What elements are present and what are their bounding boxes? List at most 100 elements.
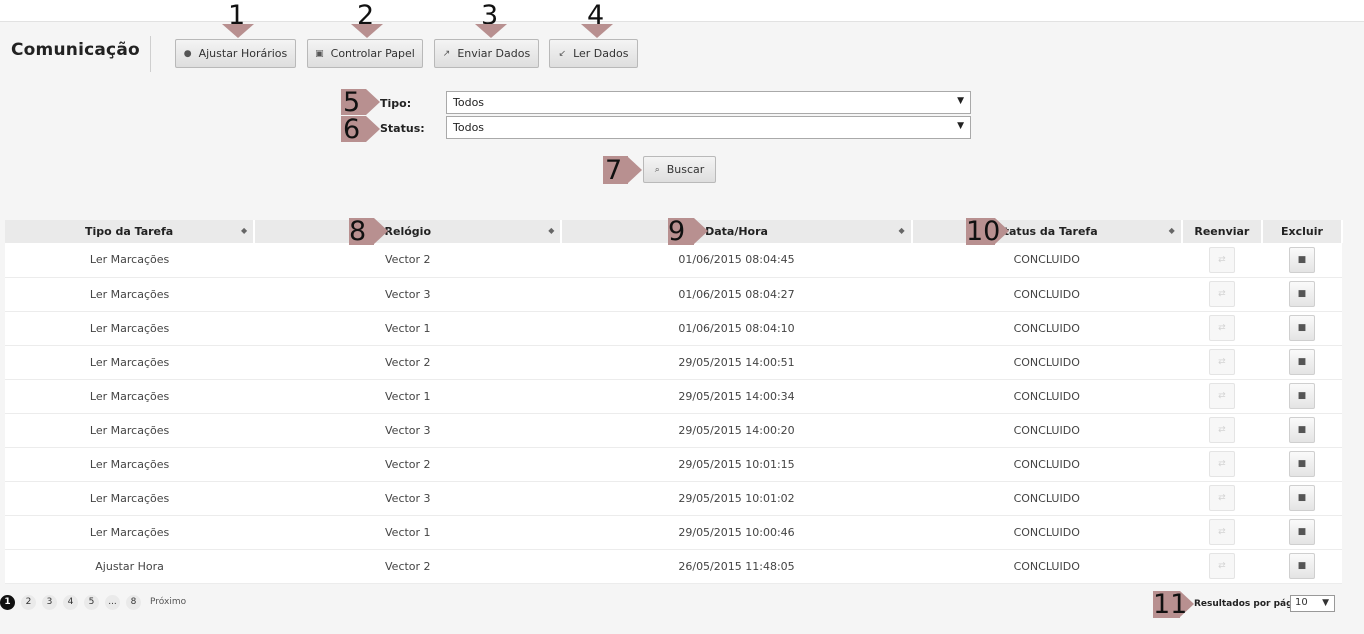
resend-button[interactable]: ⇄ xyxy=(1208,281,1235,307)
column-header-tipo[interactable]: Tipo da Tarefa ◆ xyxy=(5,220,256,243)
page-link[interactable]: 8 xyxy=(126,594,141,610)
page-title: Comunicação xyxy=(11,40,140,60)
cell-data-hora: 29/05/2015 10:01:15 xyxy=(561,447,912,482)
callout-arrow xyxy=(351,24,383,38)
resend-button[interactable]: ⇄ xyxy=(1208,553,1235,579)
title-divider xyxy=(150,36,151,72)
cell-reenviar: ⇄ xyxy=(1181,447,1262,482)
cell-tipo: Ler Marcações xyxy=(5,345,255,380)
adjust-times-button[interactable]: ● Ajustar Horários xyxy=(175,39,296,68)
control-paper-label: Controlar Papel xyxy=(330,47,415,60)
delete-button[interactable]: ■ xyxy=(1288,451,1315,477)
cell-reenviar: ⇄ xyxy=(1181,413,1262,448)
cell-data-hora: 01/06/2015 08:04:27 xyxy=(561,277,912,312)
read-data-button[interactable]: ↙ Ler Dados xyxy=(549,39,638,68)
resend-button[interactable]: ⇄ xyxy=(1208,349,1235,375)
delete-button[interactable]: ■ xyxy=(1288,417,1315,443)
top-bar xyxy=(0,0,1364,22)
cell-data-hora: 29/05/2015 14:00:51 xyxy=(561,345,912,380)
resend-button[interactable]: ⇄ xyxy=(1208,383,1235,409)
next-page-link[interactable]: Próximo xyxy=(147,595,189,610)
cell-reenviar: ⇄ xyxy=(1181,311,1262,346)
cell-tipo: Ler Marcações xyxy=(5,515,255,550)
cell-status: CONCLUIDO xyxy=(911,379,1182,414)
cell-excluir: ■ xyxy=(1261,277,1342,312)
status-select[interactable]: Todos ▼ xyxy=(446,116,971,139)
cell-excluir: ■ xyxy=(1261,549,1342,584)
resend-button[interactable]: ⇄ xyxy=(1208,246,1235,273)
resend-button[interactable]: ⇄ xyxy=(1208,485,1235,511)
delete-button[interactable]: ■ xyxy=(1288,246,1315,273)
send-data-button[interactable]: ↗ Enviar Dados xyxy=(434,39,539,68)
cell-reenviar: ⇄ xyxy=(1181,549,1262,584)
column-header-relogio[interactable]: Relógio ◆ xyxy=(254,220,563,243)
cell-excluir: ■ xyxy=(1261,345,1342,380)
cell-relogio: Vector 3 xyxy=(254,277,562,312)
cell-data-hora: 01/06/2015 08:04:10 xyxy=(561,311,912,346)
column-header-status[interactable]: Status da Tarefa ◆ xyxy=(911,220,1183,243)
send-arrow-icon: ↗ xyxy=(442,48,451,59)
delete-button[interactable]: ■ xyxy=(1288,349,1315,375)
printer-icon: ▣ xyxy=(315,48,324,59)
cell-excluir: ■ xyxy=(1261,243,1342,278)
sort-icon: ◆ xyxy=(241,226,248,235)
table-row: Ajustar Hora Vector 2 26/05/2015 11:48:05 C… xyxy=(5,549,1342,584)
page-link[interactable]: 3 xyxy=(42,594,57,610)
cell-tipo: Ler Marcações xyxy=(5,311,255,346)
cell-status: CONCLUIDO xyxy=(911,413,1182,448)
pagination: 1 2 3 4 5 ... 8 Próximo xyxy=(0,593,189,611)
delete-button[interactable]: ■ xyxy=(1288,519,1315,545)
delete-button[interactable]: ■ xyxy=(1288,553,1315,579)
page-link[interactable]: 5 xyxy=(84,594,99,610)
resend-button[interactable]: ⇄ xyxy=(1208,315,1235,341)
receive-arrow-icon: ↙ xyxy=(558,48,567,59)
sort-icon: ◆ xyxy=(898,226,905,235)
page-link[interactable]: 4 xyxy=(63,594,78,610)
delete-button[interactable]: ■ xyxy=(1288,281,1315,307)
page-ellipsis: ... xyxy=(105,594,120,610)
cell-excluir: ■ xyxy=(1261,447,1342,482)
callout-arrow xyxy=(475,24,507,38)
delete-button[interactable]: ■ xyxy=(1288,383,1315,409)
cell-status: CONCLUIDO xyxy=(911,481,1182,516)
callout-arrow xyxy=(581,24,613,38)
control-paper-button[interactable]: ▣ Controlar Papel xyxy=(307,39,423,68)
results-per-page-select[interactable]: 10 ▼ xyxy=(1290,595,1335,612)
cell-status: CONCLUIDO xyxy=(911,277,1182,312)
adjust-times-label: Ajustar Horários xyxy=(198,47,288,60)
table-row: Ler Marcações Vector 1 01/06/2015 08:04:10… xyxy=(5,311,1342,346)
resend-button[interactable]: ⇄ xyxy=(1208,451,1235,477)
dropdown-caret-icon: ▼ xyxy=(1322,598,1329,608)
table-row: Ler Marcações Vector 3 29/05/2015 14:00:20… xyxy=(5,413,1342,448)
cell-reenviar: ⇄ xyxy=(1181,379,1262,414)
search-button[interactable]: ⌕ Buscar xyxy=(643,156,716,183)
cell-status: CONCLUIDO xyxy=(911,345,1182,380)
table-row: Ler Marcações Vector 2 29/05/2015 14:00:51… xyxy=(5,345,1342,380)
resend-button[interactable]: ⇄ xyxy=(1208,417,1235,443)
results-per-page-value: 10 xyxy=(1295,597,1308,608)
send-data-label: Enviar Dados xyxy=(457,47,531,60)
cell-data-hora: 01/06/2015 08:04:45 xyxy=(561,243,912,278)
cell-status: CONCLUIDO xyxy=(911,243,1182,278)
cell-tipo: Ler Marcações xyxy=(5,413,255,448)
tasks-table: Tipo da Tarefa ◆ Relógio ◆ Data/Hora ◆ S… xyxy=(5,220,1344,584)
sort-icon: ◆ xyxy=(548,226,555,235)
page-link[interactable]: 1 xyxy=(0,594,15,610)
delete-button[interactable]: ■ xyxy=(1288,485,1315,511)
column-header-data-hora[interactable]: Data/Hora ◆ xyxy=(561,220,913,243)
cell-tipo: Ler Marcações xyxy=(5,277,255,312)
page-link[interactable]: 2 xyxy=(21,594,36,610)
cell-relogio: Vector 1 xyxy=(254,515,562,550)
dropdown-caret-icon: ▼ xyxy=(957,96,964,106)
cell-status: CONCLUIDO xyxy=(911,311,1182,346)
cell-status: CONCLUIDO xyxy=(911,447,1182,482)
delete-button[interactable]: ■ xyxy=(1288,315,1315,341)
read-data-label: Ler Dados xyxy=(573,47,629,60)
cell-excluir: ■ xyxy=(1261,481,1342,516)
cell-relogio: Vector 2 xyxy=(254,345,562,380)
clock-icon: ● xyxy=(183,48,192,59)
cell-relogio: Vector 1 xyxy=(254,379,562,414)
resend-button[interactable]: ⇄ xyxy=(1208,519,1235,545)
tipo-select[interactable]: Todos ▼ xyxy=(446,91,971,114)
cell-tipo: Ler Marcações xyxy=(5,243,255,278)
